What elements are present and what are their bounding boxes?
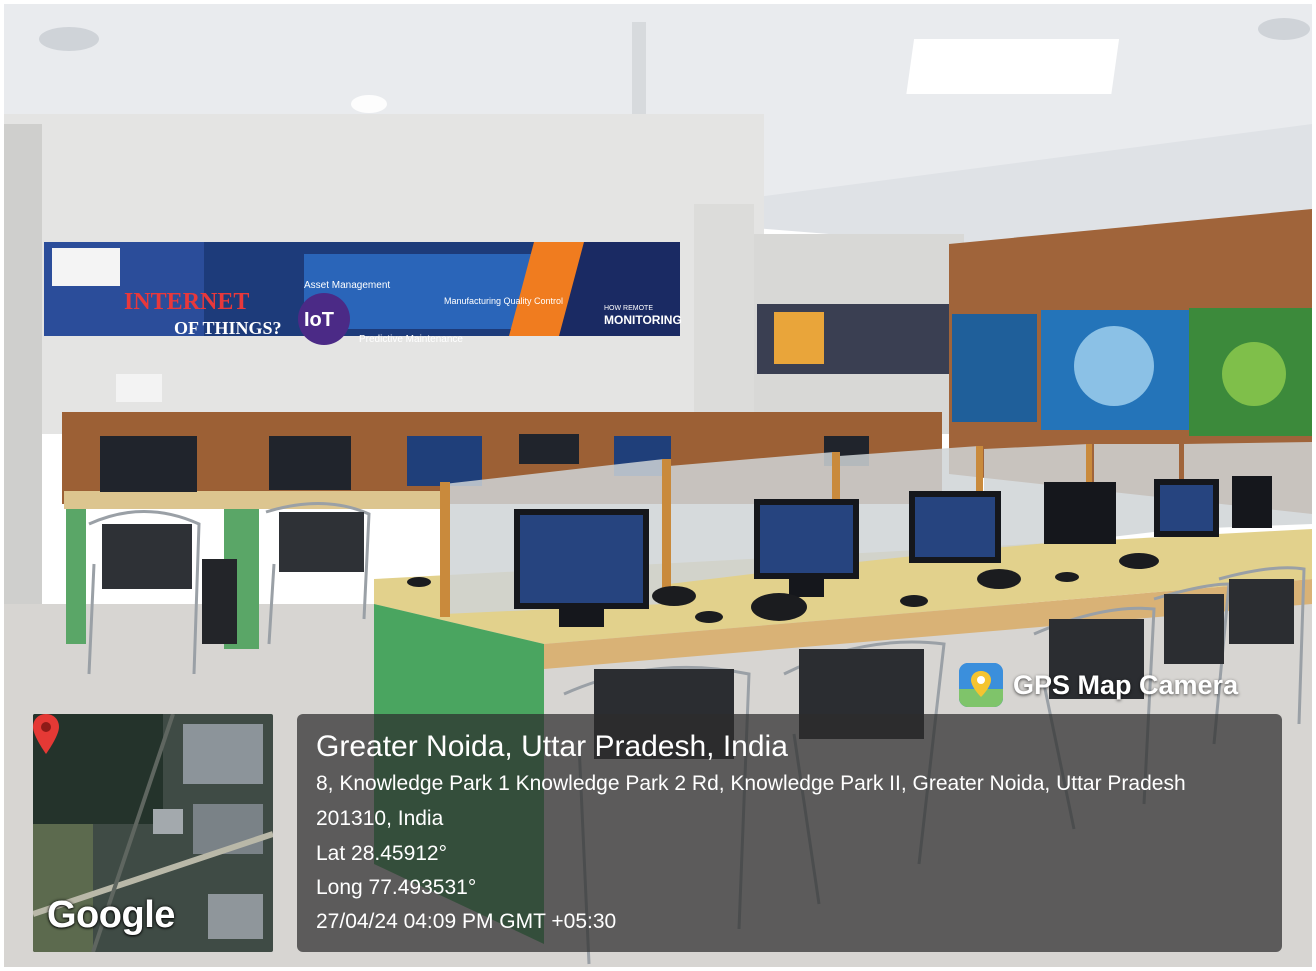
poster-1 [952, 314, 1037, 422]
google-logo: Google [47, 894, 175, 936]
banner-label-maintenance: Predictive Maintenance [359, 334, 463, 345]
banner-right-heading-1: HOW REMOTE [604, 305, 653, 312]
gps-map-camera-app-icon [959, 663, 1003, 707]
map-pin-icon [33, 714, 59, 754]
gps-map-camera-brand: GPS Map Camera [959, 661, 1238, 709]
location-info-panel: Greater Noida, Uttar Pradesh, India 8, K… [297, 714, 1282, 952]
address-line-1: 8, Knowledge Park 1 Knowledge Park 2 Rd,… [316, 772, 1186, 795]
iot-banner: INTERNET OF THINGS? IoT Asset Management… [44, 242, 682, 345]
timestamp-line: 27/04/24 04:09 PM GMT +05:30 [316, 910, 617, 933]
banner-right-heading-2: MONITORING [604, 313, 682, 327]
banner-label-quality: Manufacturing Quality Control [444, 296, 563, 306]
banner-iot-badge: IoT [304, 309, 334, 331]
gps-map-camera-label: GPS Map Camera [1013, 669, 1239, 700]
longitude-line: Long 77.493531° [316, 876, 477, 899]
banner-heading-line-2: OF THINGS? [174, 318, 282, 338]
city-line: Greater Noida, Uttar Pradesh, India [316, 730, 788, 763]
address-line-2: 201310, India [316, 807, 444, 830]
map-thumbnail: Google [33, 714, 273, 952]
banner-label-asset: Asset Management [304, 280, 390, 291]
banner-heading-line-1: INTERNET [124, 289, 249, 315]
latitude-line: Lat 28.45912° [316, 842, 448, 865]
